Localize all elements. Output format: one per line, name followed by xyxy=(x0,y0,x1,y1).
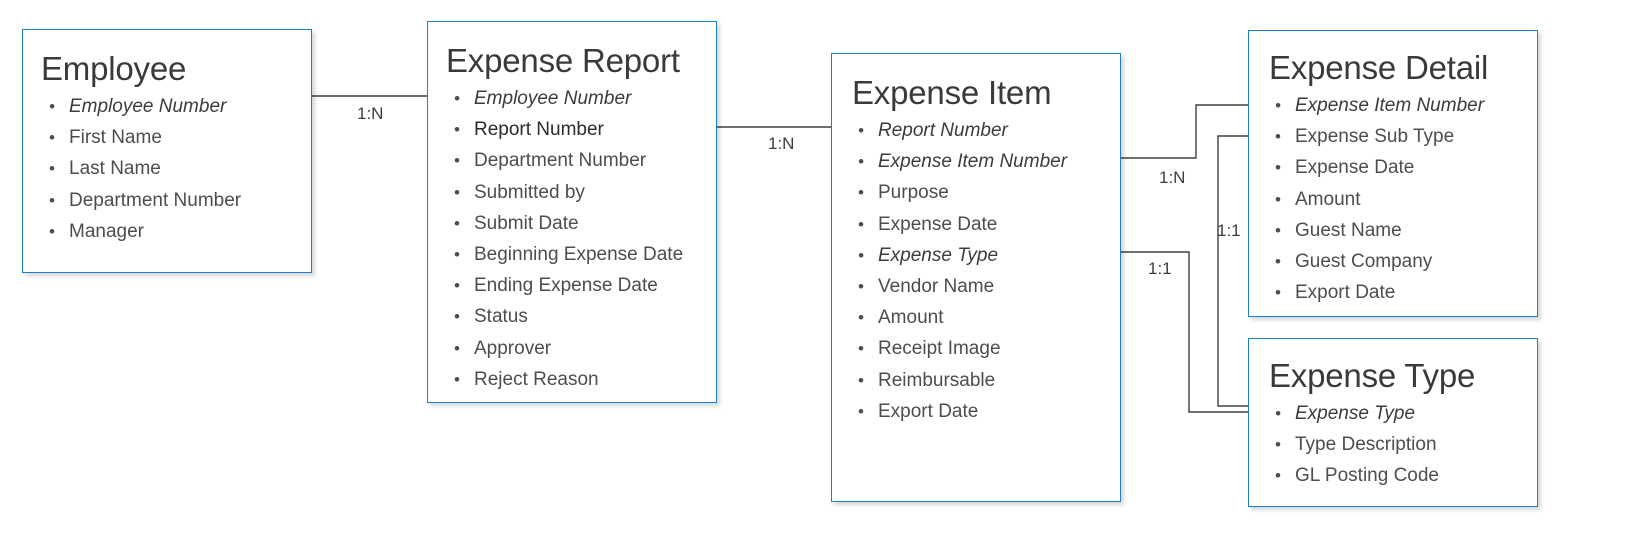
attribute-first-name: First Name xyxy=(45,122,311,153)
entity-box-expense-detail[interactable]: Expense Detail Expense Item Number Expen… xyxy=(1248,30,1538,317)
attribute-submitted-by: Submitted by xyxy=(450,177,716,208)
attribute-department-number: Department Number xyxy=(450,145,716,176)
attribute-expense-sub-type: Expense Sub Type xyxy=(1271,121,1537,152)
attribute-expense-type: Expense Type xyxy=(1271,398,1537,429)
attribute-amount: Amount xyxy=(1271,184,1537,215)
entity-title-expense-type: Expense Type xyxy=(1269,357,1476,394)
attribute-guest-name: Guest Name xyxy=(1271,215,1537,246)
attribute-expense-date: Expense Date xyxy=(1271,152,1537,183)
attribute-guest-company: Guest Company xyxy=(1271,246,1537,277)
attribute-list-employee: Employee Number First Name Last Name Dep… xyxy=(45,91,311,247)
attribute-receipt-image: Receipt Image xyxy=(854,333,1120,364)
attribute-reimbursable: Reimbursable xyxy=(854,365,1120,396)
attribute-employee-number: Employee Number xyxy=(45,91,311,122)
attribute-purpose: Purpose xyxy=(854,177,1120,208)
attribute-status: Status xyxy=(450,301,716,332)
attribute-list-expense-detail: Expense Item Number Expense Sub Type Exp… xyxy=(1271,90,1537,309)
entity-title-expense-detail: Expense Detail xyxy=(1269,49,1489,86)
attribute-department-number: Department Number xyxy=(45,185,311,216)
attribute-gl-posting-code: GL Posting Code xyxy=(1271,460,1537,491)
er-diagram-canvas: 1:N 1:N 1:N 1:1 1:1 Employee Employee Nu… xyxy=(0,0,1636,559)
attribute-report-number: Report Number xyxy=(450,114,716,145)
attribute-expense-date: Expense Date xyxy=(854,209,1120,240)
cardinality-label-expense-detail-expense-type: 1:1 xyxy=(1217,221,1241,240)
attribute-reject-reason: Reject Reason xyxy=(450,364,716,395)
cardinality-label-expense-item-expense-type: 1:1 xyxy=(1148,259,1172,278)
entity-title-employee: Employee xyxy=(41,50,187,87)
attribute-report-number: Report Number xyxy=(854,115,1120,146)
attribute-ending-expense-date: Ending Expense Date xyxy=(450,270,716,301)
attribute-export-date: Export Date xyxy=(1271,277,1537,308)
attribute-submit-date: Submit Date xyxy=(450,208,716,239)
attribute-beginning-expense-date: Beginning Expense Date xyxy=(450,239,716,270)
attribute-last-name: Last Name xyxy=(45,153,311,184)
attribute-type-description: Type Description xyxy=(1271,429,1537,460)
attribute-employee-number: Employee Number xyxy=(450,83,716,114)
attribute-expense-item-number: Expense Item Number xyxy=(854,146,1120,177)
entity-box-expense-type[interactable]: Expense Type Expense Type Type Descripti… xyxy=(1248,338,1538,507)
attribute-approver: Approver xyxy=(450,333,716,364)
attribute-expense-item-number: Expense Item Number xyxy=(1271,90,1537,121)
entity-box-expense-report[interactable]: Expense Report Employee Number Report Nu… xyxy=(427,21,717,403)
attribute-list-expense-report: Employee Number Report Number Department… xyxy=(450,83,716,395)
cardinality-label-expense-report-expense-item: 1:N xyxy=(768,134,795,153)
attribute-list-expense-type: Expense Type Type Description GL Posting… xyxy=(1271,398,1537,492)
attribute-export-date: Export Date xyxy=(854,396,1120,427)
entity-box-expense-item[interactable]: Expense Item Report Number Expense Item … xyxy=(831,53,1121,502)
cardinality-label-employee-expense-report: 1:N xyxy=(357,104,384,123)
entity-title-expense-item: Expense Item xyxy=(852,74,1052,111)
attribute-amount: Amount xyxy=(854,302,1120,333)
attribute-list-expense-item: Report Number Expense Item Number Purpos… xyxy=(854,115,1120,427)
cardinality-label-expense-item-expense-detail: 1:N xyxy=(1159,168,1186,187)
entity-title-expense-report: Expense Report xyxy=(446,42,680,79)
entity-box-employee[interactable]: Employee Employee Number First Name Last… xyxy=(22,29,312,273)
attribute-expense-type: Expense Type xyxy=(854,240,1120,271)
attribute-manager: Manager xyxy=(45,216,311,247)
attribute-vendor-name: Vendor Name xyxy=(854,271,1120,302)
